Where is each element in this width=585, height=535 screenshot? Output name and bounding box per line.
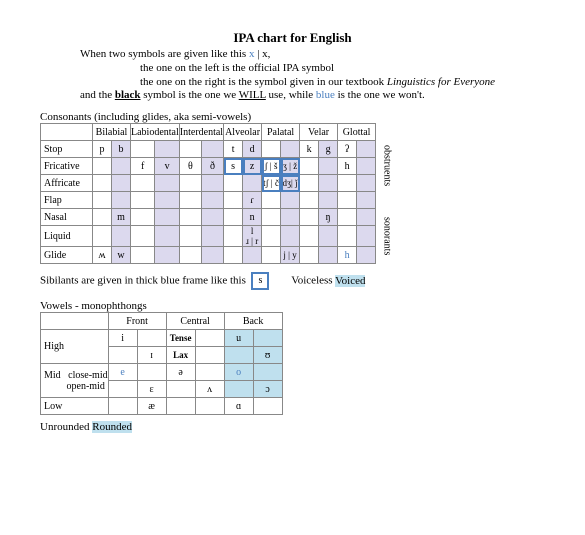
vrow-low: Low xyxy=(41,398,109,415)
sib-example-box: s xyxy=(251,272,269,290)
cell-g: g xyxy=(319,141,338,158)
cell-glottal-stop: ʔ xyxy=(338,141,357,158)
col-glottal: Glottal xyxy=(338,124,376,141)
cell-eps: ɛ xyxy=(137,381,166,398)
sibilant-note: Sibilants are given in thick blue frame … xyxy=(40,272,545,290)
cell-theta: θ xyxy=(179,158,201,175)
intro-block: When two symbols are given like this x |… xyxy=(80,48,545,103)
intro-l1a: When two symbols are given like this xyxy=(80,48,249,60)
cell-t: t xyxy=(224,141,243,158)
cell-h-glide: h xyxy=(338,247,357,264)
vowels-table: Front Central Back High i Tense u ɪ Lax … xyxy=(40,312,283,415)
cell-o: o xyxy=(224,364,253,381)
row-flap: Flap xyxy=(41,192,93,209)
rounding-note: Unrounded Rounded xyxy=(40,421,545,433)
col-interdental: Interdental xyxy=(179,124,223,141)
cell-i: i xyxy=(108,330,137,347)
cell-a: ɑ xyxy=(224,398,253,415)
cell-f: f xyxy=(131,158,155,175)
row-stop: Stop xyxy=(41,141,93,158)
cell-caret: ʌ xyxy=(195,381,224,398)
vcol-central: Central xyxy=(166,313,224,330)
cell-k: k xyxy=(300,141,319,158)
cell-n: n xyxy=(243,209,262,226)
cell-ae: æ xyxy=(137,398,166,415)
cell-p: p xyxy=(93,141,112,158)
vowels-label: Vowels - monophthongs xyxy=(40,300,545,312)
row-liquid: Liquid xyxy=(41,226,93,247)
intro-l4d: WILL xyxy=(239,89,266,101)
intro-l1c: | x, xyxy=(254,48,270,60)
unrounded-label: Unrounded xyxy=(40,421,92,433)
page-title: IPA chart for English xyxy=(40,30,545,46)
col-palatal: Palatal xyxy=(262,124,300,141)
cell-j: j | y xyxy=(281,247,300,264)
cell-s: s xyxy=(224,158,243,175)
cell-wv: ʍ xyxy=(93,247,112,264)
cell-jh: dʒ| ǰ xyxy=(281,175,300,192)
col-bilabial: Bilabial xyxy=(93,124,131,141)
cell-schwa: ə xyxy=(166,364,195,381)
cell-flap: ɾ xyxy=(243,192,262,209)
cell-v: v xyxy=(155,158,179,175)
col-velar: Velar xyxy=(300,124,338,141)
vcol-front: Front xyxy=(108,313,166,330)
row-fricative: Fricative xyxy=(41,158,93,175)
cell-d: d xyxy=(243,141,262,158)
intro-l4f: blue xyxy=(316,89,335,101)
cell-ch: tʃ | č xyxy=(262,175,281,192)
voiceless-label: Voiceless xyxy=(291,275,335,287)
row-glide: Glide xyxy=(41,247,93,264)
col-alveolar: Alveolar xyxy=(224,124,262,141)
vrow-mid: Mid close-mid open-mid xyxy=(41,364,109,398)
cell-b: b xyxy=(112,141,131,158)
intro-l2: the one on the left is the official IPA … xyxy=(140,62,334,74)
cell-zh: ʒ | ž xyxy=(281,158,300,175)
col-labiodental: Labiodental xyxy=(131,124,180,141)
cell-U: ʊ xyxy=(253,347,282,364)
intro-l4c: symbol is the one we xyxy=(141,89,239,101)
side-obstruents: obstruents xyxy=(376,124,395,209)
cell-w: w xyxy=(112,247,131,264)
intro-l4a: and the xyxy=(80,89,115,101)
voiced-label: Voiced xyxy=(335,275,365,287)
cell-m: m xyxy=(112,209,131,226)
rounded-label: Rounded xyxy=(92,421,132,433)
row-nasal: Nasal xyxy=(41,209,93,226)
intro-l3a: the one on the right is the symbol given… xyxy=(140,76,387,88)
lax-label: Lax xyxy=(166,347,195,364)
cell-eth: ð xyxy=(201,158,223,175)
intro-l4e: use, while xyxy=(266,89,316,101)
side-sonorants: sonorants xyxy=(376,209,395,264)
cell-z: z xyxy=(243,158,262,175)
cell-sh: ʃ | š xyxy=(262,158,281,175)
intro-l4g: is the one we won't. xyxy=(335,89,425,101)
row-affricate: Affricate xyxy=(41,175,93,192)
consonants-table: Bilabial Labiodental Interdental Alveola… xyxy=(40,123,394,264)
vrow-high: High xyxy=(41,330,109,364)
vcol-back: Back xyxy=(224,313,282,330)
cell-l-r: lɹ | r xyxy=(243,226,262,247)
cell-I: ɪ xyxy=(137,347,166,364)
tense-label: Tense xyxy=(166,330,195,347)
intro-l4b: black xyxy=(115,89,141,101)
sib-text: Sibilants are given in thick blue frame … xyxy=(40,275,246,287)
cell-e: e xyxy=(108,364,137,381)
cell-ng: ŋ xyxy=(319,209,338,226)
cell-h: h xyxy=(338,158,357,175)
consonants-label: Consonants (including glides, aka semi-v… xyxy=(40,111,545,123)
intro-l3b: Linguistics for Everyone xyxy=(387,76,495,88)
cell-u: u xyxy=(224,330,253,347)
cell-open-o: ɔ xyxy=(253,381,282,398)
